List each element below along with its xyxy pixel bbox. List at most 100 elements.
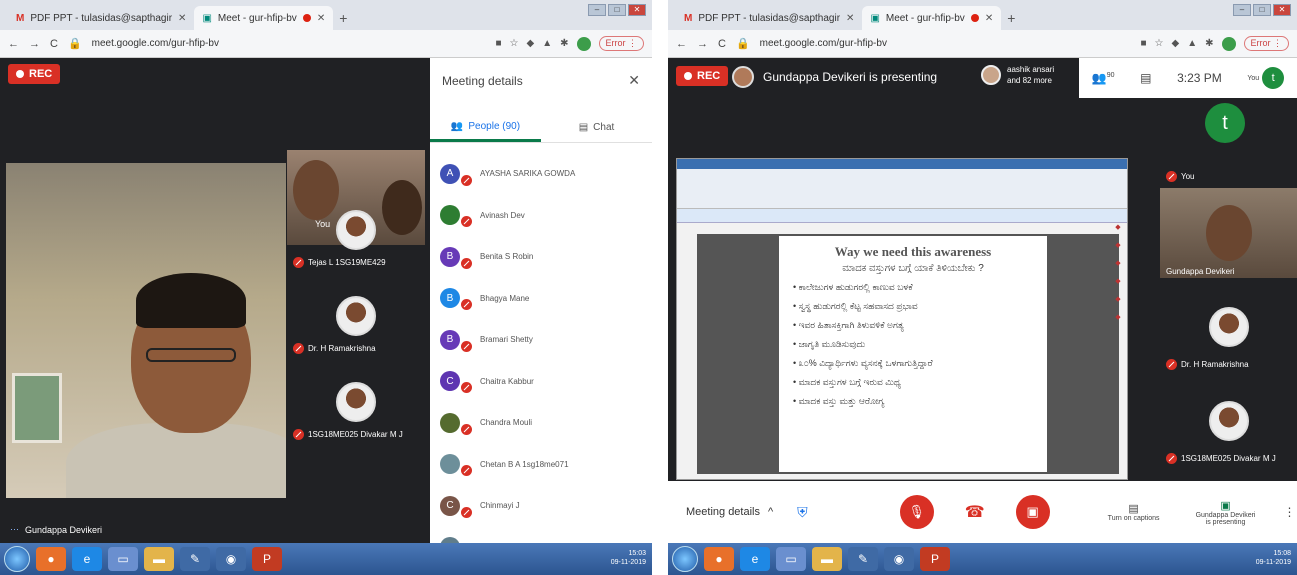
participant-name-row: You <box>1166 171 1195 182</box>
people-list-item[interactable]: B Benita S Robin <box>440 236 652 278</box>
start-button[interactable] <box>672 546 698 572</box>
phone-hangup-icon: ☎ <box>964 504 985 521</box>
window-controls: – □ ✕ <box>588 4 646 16</box>
extension-icon[interactable]: ◆ <box>527 38 535 49</box>
extension-icon[interactable]: ✱ <box>1205 38 1213 49</box>
camera-toggle-button[interactable]: ▣ <box>1015 495 1050 529</box>
chevron-up-icon[interactable]: ^ <box>768 506 773 518</box>
chrome-icon[interactable]: ◉ <box>884 547 914 571</box>
tab-bar: M PDF PPT - tulasidas@sapthagir ✕ ▣ Meet… <box>0 0 652 30</box>
participant-tile[interactable]: You <box>1160 156 1297 184</box>
start-button[interactable] <box>4 546 30 572</box>
reload-icon[interactable]: C <box>50 38 58 50</box>
close-icon[interactable]: ✕ <box>628 72 640 89</box>
other-participants[interactable]: aashik ansari and 82 more <box>981 64 1054 86</box>
tab-label: PDF PPT - tulasidas@sapthagir <box>698 12 841 24</box>
extension-icon[interactable]: ▲ <box>1187 38 1197 49</box>
powerpoint-icon[interactable]: P <box>920 547 950 571</box>
paint-icon[interactable]: ✎ <box>848 547 878 571</box>
background-window <box>12 373 62 443</box>
forward-icon[interactable]: → <box>697 38 708 50</box>
star-icon[interactable]: ☆ <box>1155 38 1164 49</box>
maximize-button[interactable]: □ <box>1253 4 1271 16</box>
maximize-button[interactable]: □ <box>608 4 626 16</box>
tab-people[interactable]: 👥 People (90) <box>430 113 541 142</box>
extension-icon[interactable]: ◆ <box>1172 38 1180 49</box>
presenter-avatar <box>732 66 754 88</box>
error-pill[interactable]: Error ⋮ <box>598 36 644 51</box>
close-tab-icon[interactable]: ✕ <box>846 13 854 24</box>
new-tab-button[interactable]: + <box>1007 10 1015 30</box>
close-tab-icon[interactable]: ✕ <box>178 13 186 24</box>
paint-icon[interactable]: ✎ <box>180 547 210 571</box>
forward-icon[interactable]: → <box>29 38 40 50</box>
explorer-icon[interactable]: ▭ <box>108 547 138 571</box>
tab-bar: M PDF PPT - tulasidas@sapthagir ✕ ▣ Meet… <box>668 0 1297 30</box>
people-list-item[interactable]: Chetan B A 1sg18me071 <box>440 444 652 486</box>
profile-avatar[interactable] <box>1221 36 1236 51</box>
tab-gmail[interactable]: M PDF PPT - tulasidas@sapthagir ✕ <box>8 6 194 30</box>
presentation-screen: Way we need this awareness ಮಾದಕ ವಸ್ತುಗಳ … <box>676 158 1128 480</box>
participant-tile[interactable]: Gundappa Devikeri <box>1160 188 1297 278</box>
minimize-button[interactable]: – <box>588 4 606 16</box>
tab-chat[interactable]: ▤ Chat <box>541 113 652 142</box>
presenting-button[interactable]: ▣ Gundappa Devikeri is presenting <box>1196 499 1256 526</box>
tab-meet[interactable]: ▣ Meet - gur-hfip-bv ✕ <box>194 6 334 30</box>
mic-off-icon: 🎙 <box>908 504 925 519</box>
firefox-icon[interactable]: ● <box>36 547 66 571</box>
explorer-icon[interactable]: ▭ <box>776 547 806 571</box>
people-count-button[interactable]: 👥90 <box>1092 71 1115 85</box>
close-window-button[interactable]: ✕ <box>628 4 646 16</box>
folder-icon[interactable]: ▬ <box>144 547 174 571</box>
participant-tile[interactable]: Dr. H Ramakrishna <box>1160 282 1297 372</box>
self-profile[interactable]: You t <box>1247 67 1285 89</box>
folder-icon[interactable]: ▬ <box>812 547 842 571</box>
close-window-button[interactable]: ✕ <box>1273 4 1291 16</box>
participant-tile[interactable]: 1SG18ME025 Divakar M J <box>287 362 425 442</box>
you-label: You <box>1247 74 1260 82</box>
error-pill[interactable]: Error ⋮ <box>1243 36 1289 51</box>
participant-tile[interactable]: Dr. H Ramakrishna <box>287 276 425 356</box>
star-icon[interactable]: ☆ <box>510 38 519 49</box>
url-field[interactable]: meet.google.com/gur-hfip-bv <box>92 38 486 49</box>
tab-gmail[interactable]: M PDF PPT - tulasidas@sapthagir ✕ <box>676 6 862 30</box>
participant-tile[interactable]: Tejas L 1SG19ME429 <box>287 190 425 270</box>
ie-icon[interactable]: e <box>72 547 102 571</box>
extension-icon[interactable]: ▲ <box>542 38 552 49</box>
shield-icon[interactable]: ⛨ <box>797 504 808 521</box>
people-list-item[interactable]: C Chaitra Kabbur <box>440 361 652 403</box>
captions-button[interactable]: ▤ Turn on captions <box>1108 502 1160 522</box>
reload-icon[interactable]: C <box>718 38 726 50</box>
close-tab-icon[interactable]: ✕ <box>985 13 993 24</box>
tab-meet[interactable]: ▣ Meet - gur-hfip-bv ✕ <box>862 6 1002 30</box>
participant-tile[interactable]: 1SG18ME025 Divakar M J <box>1160 376 1297 466</box>
people-list-item[interactable]: A AYASHA SARIKA GOWDA <box>440 153 652 195</box>
people-list-item[interactable]: C Chinmayi J <box>440 485 652 527</box>
participant-name: Bhagya Mane <box>480 293 530 303</box>
url-field[interactable]: meet.google.com/gur-hfip-bv <box>760 38 1131 49</box>
mic-toggle-button[interactable]: 🎙 <box>899 495 934 529</box>
close-tab-icon[interactable]: ✕ <box>317 13 325 24</box>
people-list-item[interactable]: B Bramari Shetty <box>440 319 652 361</box>
firefox-icon[interactable]: ● <box>704 547 734 571</box>
chrome-icon[interactable]: ◉ <box>216 547 246 571</box>
chat-icon[interactable]: ▤ <box>1140 71 1151 85</box>
people-list-item[interactable]: Avinash Dev <box>440 195 652 237</box>
profile-avatar[interactable] <box>576 36 591 51</box>
camera-icon[interactable]: ■ <box>495 38 501 49</box>
people-list-item[interactable]: Chandra Mouli <box>440 402 652 444</box>
hang-up-button[interactable]: ☎ <box>960 497 990 527</box>
minimize-button[interactable]: – <box>1233 4 1251 16</box>
meeting-details-panel: Meeting details ✕ 👥 People (90) ▤ Chat A… <box>430 58 652 560</box>
more-options-icon[interactable]: ⋮ <box>1284 505 1296 519</box>
back-icon[interactable]: ← <box>676 38 687 50</box>
back-icon[interactable]: ← <box>8 38 19 50</box>
participant-avatar <box>440 412 472 435</box>
powerpoint-icon[interactable]: P <box>252 547 282 571</box>
extension-icon[interactable]: ✱ <box>560 38 568 49</box>
people-list-item[interactable]: B Bhagya Mane <box>440 278 652 320</box>
camera-icon[interactable]: ■ <box>1140 38 1146 49</box>
meeting-details-button[interactable]: Meeting details <box>686 506 760 518</box>
new-tab-button[interactable]: + <box>339 10 347 30</box>
ie-icon[interactable]: e <box>740 547 770 571</box>
